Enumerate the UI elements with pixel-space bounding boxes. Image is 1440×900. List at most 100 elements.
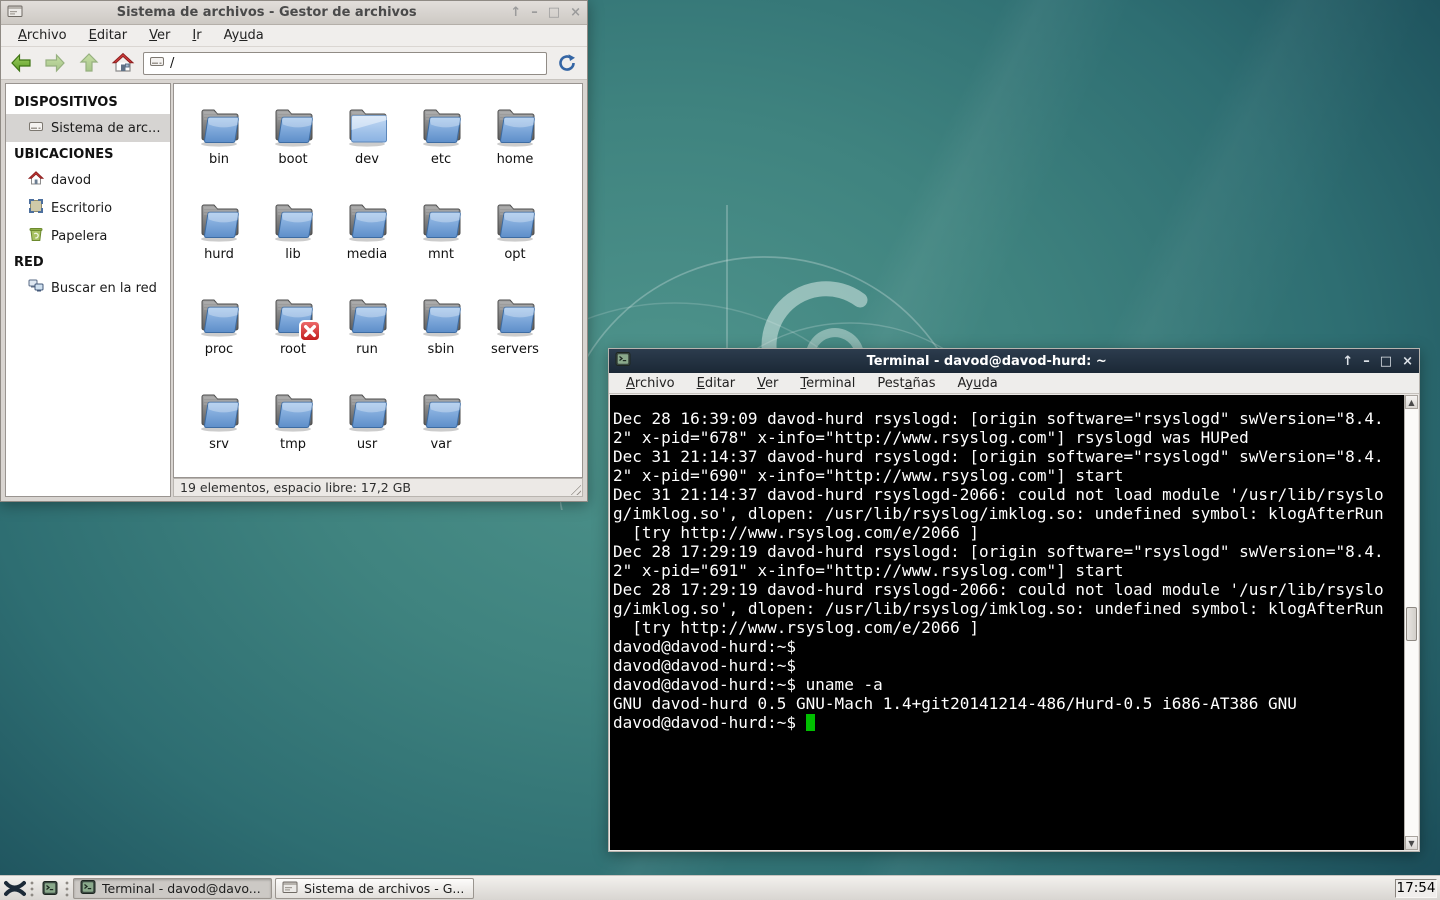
taskbar-window-button-1[interactable]: Terminal - davod@davo...: [73, 878, 272, 899]
folder-label: bin: [209, 152, 229, 167]
back-button[interactable]: [7, 50, 35, 76]
folder-mnt[interactable]: mnt: [404, 195, 478, 290]
folder-proc[interactable]: proc: [182, 290, 256, 385]
folder-root[interactable]: root: [256, 290, 330, 385]
menu-item-ayuda[interactable]: Ayuda: [949, 374, 1007, 393]
terminal-line: Dec 31 21:14:37 davod-hurd rsyslogd-2066…: [613, 485, 1402, 504]
folder-tmp[interactable]: tmp: [256, 385, 330, 478]
network-icon: [28, 278, 44, 298]
folder-etc[interactable]: etc: [404, 100, 478, 195]
menu-item-ir[interactable]: Ir: [183, 26, 210, 45]
folder-label: lib: [285, 247, 300, 262]
terminal-line: Dec 28 17:29:19 davod-hurd rsyslogd-2066…: [613, 580, 1402, 599]
home-icon: [28, 170, 44, 190]
statusbar: 19 elementos, espacio libre: 17,2 GB: [173, 478, 583, 497]
folder-run[interactable]: run: [330, 290, 404, 385]
folder-srv[interactable]: srv: [182, 385, 256, 478]
terminal-titlebar[interactable]: Terminal - davod@davod-hurd: ~ ↑ – □ ×: [609, 349, 1419, 373]
folder-label: tmp: [280, 437, 306, 452]
file-manager-body: DISPOSITIVOSSistema de arc...UBICACIONES…: [1, 81, 587, 501]
taskbar-window-button-2[interactable]: Sistema de archivos - G...: [275, 878, 474, 899]
maximize-button[interactable]: □: [1380, 355, 1392, 368]
menu-item-archivo[interactable]: Archivo: [617, 374, 684, 393]
shade-button[interactable]: ↑: [510, 6, 521, 19]
sidebar-item-sistema-de-arc-[interactable]: Sistema de arc...: [6, 114, 170, 142]
close-button[interactable]: ×: [570, 6, 581, 19]
folder-dev[interactable]: dev: [330, 100, 404, 195]
path-entry[interactable]: /: [143, 52, 547, 75]
file-manager-menubar: ArchivoEditarVerIr Ayuda: [1, 25, 587, 47]
folder-icon: [269, 100, 317, 148]
folder-usr[interactable]: usr: [330, 385, 404, 478]
panel-handle[interactable]: [64, 880, 71, 897]
minimize-button[interactable]: –: [531, 6, 538, 19]
sidebar-item-buscar-en-la-red[interactable]: Buscar en la red: [6, 274, 170, 302]
folder-icon: [343, 290, 391, 338]
folder-icon: [343, 195, 391, 243]
sidebar-item-davod[interactable]: davod: [6, 166, 170, 194]
shade-button[interactable]: ↑: [1342, 355, 1353, 368]
up-button[interactable]: [75, 50, 103, 76]
terminal-window-icon: [615, 351, 631, 371]
folder-view[interactable]: bin bootdev etc home hurd lib media mnt opt procr…: [173, 83, 583, 478]
folder-label: etc: [431, 152, 451, 167]
folder-label: opt: [504, 247, 525, 262]
terminal-line: g/imklog.so', dlopen: /usr/lib/rsyslog/i…: [613, 504, 1402, 523]
folder-opt[interactable]: opt: [478, 195, 552, 290]
folder-label: sbin: [428, 342, 455, 357]
file-manager-title: Sistema de archivos - Gestor de archivos: [23, 5, 510, 20]
forward-button[interactable]: [41, 50, 69, 76]
terminal-icon: [80, 879, 96, 898]
maximize-button[interactable]: □: [548, 6, 560, 19]
folder-lib[interactable]: lib: [256, 195, 330, 290]
terminal-scrollbar[interactable]: ▲ ▼: [1404, 395, 1418, 850]
scroll-down-icon[interactable]: ▼: [1405, 836, 1418, 850]
file-manager-titlebar[interactable]: Sistema de archivos - Gestor de archivos…: [1, 1, 587, 25]
terminal-line: 2" x-pid="690" x-info="http://www.rsyslo…: [613, 466, 1402, 485]
sidebar-item-label: Sistema de arc...: [51, 121, 160, 136]
sidebar-item-papelera[interactable]: Papelera: [6, 222, 170, 250]
menu-item-ver[interactable]: Ver: [748, 374, 787, 393]
folder-home[interactable]: home: [478, 100, 552, 195]
resize-grip[interactable]: [568, 482, 581, 495]
menu-item-ayuda[interactable]: Ayuda: [215, 26, 273, 45]
drive-icon: [28, 118, 44, 138]
minimize-button[interactable]: –: [1363, 355, 1370, 368]
terminal-line: 2" x-pid="691" x-info="http://www.rsyslo…: [613, 561, 1402, 580]
folder-var[interactable]: var: [404, 385, 478, 478]
menu-item-pestañas[interactable]: Pestañas: [868, 374, 944, 393]
applications-menu-button[interactable]: [3, 877, 27, 899]
menu-item-terminal[interactable]: Terminal: [791, 374, 864, 393]
refresh-button[interactable]: [553, 50, 581, 76]
terminal-screen[interactable]: Dec 28 16:39:09 davod-hurd rsyslogd: [or…: [610, 395, 1418, 850]
terminal-launcher[interactable]: [38, 877, 62, 899]
terminal-menubar: ArchivoEditarVerTerminalPestañas Ayuda: [609, 373, 1419, 394]
folder-media[interactable]: media: [330, 195, 404, 290]
folder-label: mnt: [428, 247, 454, 262]
sidebar-item-escritorio[interactable]: Escritorio: [6, 194, 170, 222]
menu-item-ver[interactable]: Ver: [140, 26, 179, 45]
filemanager-window-icon: [7, 3, 23, 23]
menu-item-archivo[interactable]: Archivo: [9, 26, 76, 45]
home-button[interactable]: [109, 50, 137, 76]
menu-item-editar[interactable]: Editar: [80, 26, 137, 45]
scroll-up-icon[interactable]: ▲: [1405, 395, 1418, 409]
folder-servers[interactable]: servers: [478, 290, 552, 385]
folder-hurd[interactable]: hurd: [182, 195, 256, 290]
folder-label: srv: [209, 437, 229, 452]
scrollbar-thumb[interactable]: [1406, 607, 1417, 641]
menu-item-editar[interactable]: Editar: [688, 374, 745, 393]
folder-icon: [491, 195, 539, 243]
file-manager-window: Sistema de archivos - Gestor de archivos…: [0, 0, 588, 502]
close-button[interactable]: ×: [1402, 355, 1413, 368]
folder-icon: [269, 385, 317, 433]
terminal-line: g/imklog.so', dlopen: /usr/lib/rsyslog/i…: [613, 599, 1402, 618]
terminal-line: Dec 28 17:29:19 davod-hurd rsyslogd: [or…: [613, 542, 1402, 561]
folder-bin[interactable]: bin: [182, 100, 256, 195]
terminal-output: Dec 28 16:39:09 davod-hurd rsyslogd: [or…: [613, 409, 1402, 732]
panel-handle[interactable]: [29, 880, 36, 897]
folder-sbin[interactable]: sbin: [404, 290, 478, 385]
terminal-line: Dec 28 16:39:09 davod-hurd rsyslogd: [or…: [613, 409, 1402, 428]
terminal-window: Terminal - davod@davod-hurd: ~ ↑ – □ × A…: [608, 348, 1420, 852]
folder-boot[interactable]: boot: [256, 100, 330, 195]
